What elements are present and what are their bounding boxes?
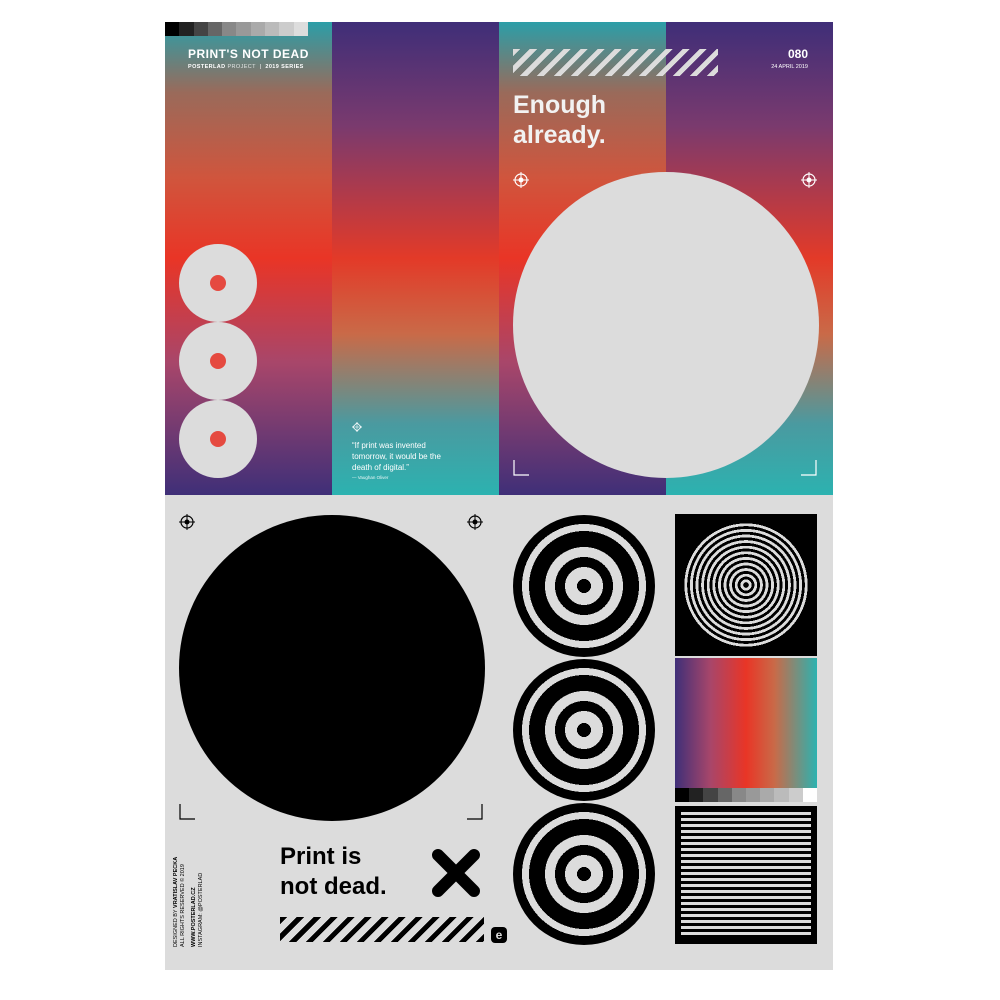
poster-number: 080	[787, 47, 808, 61]
quote-author: — Vaughan Oliver	[352, 475, 389, 480]
headline: Enough already.	[513, 90, 606, 150]
crosshair-icon	[179, 514, 195, 530]
print-line-1: Print is	[280, 843, 362, 870]
crosshair-icon	[801, 172, 817, 188]
print-line-2: not dead.	[280, 873, 387, 900]
poster-subtitle: POSTERLAD PROJECT | 2019 SERIES	[188, 64, 304, 70]
crosshair-icon	[513, 172, 529, 188]
credits: DESIGNED BY VRATISLAV PECKA ALL RIGHTS R…	[173, 827, 205, 947]
subtitle-brand: POSTERLAD	[188, 64, 226, 70]
poster: PRINT'S NOT DEAD POSTERLAD PROJECT | 201…	[165, 22, 833, 970]
quote-text: “If print was invented tomorrow, it woul…	[352, 441, 441, 472]
headline-line-2: already.	[513, 121, 606, 149]
target-circle-2	[513, 659, 655, 801]
x-mark-icon	[432, 849, 480, 897]
crosshair-icon	[467, 514, 483, 530]
donut-disc-1	[179, 244, 257, 322]
designer-name: VRATISLAV PECKA	[173, 856, 179, 908]
rights-text: ALL RIGHTS RESERVED © 2019	[180, 864, 186, 947]
hatch-pattern-bottom	[280, 917, 484, 942]
website-link[interactable]: WWW.POSTERLAD.CZ	[191, 887, 197, 947]
corner-mark-icon	[179, 804, 195, 820]
logo-e-icon: e	[491, 927, 507, 943]
large-light-circle	[513, 172, 819, 478]
large-black-circle	[179, 515, 485, 821]
hatch-pattern-top	[513, 49, 718, 76]
gradient-swatch	[675, 658, 817, 788]
poster-date: 24 APRIL 2019	[771, 64, 808, 70]
headline-line-1: Enough	[513, 91, 607, 119]
corner-mark-icon	[801, 460, 817, 476]
target-circle-1	[513, 515, 655, 657]
subtitle-series: 2019 SERIES	[265, 64, 304, 70]
grayscale-bar-small	[675, 788, 817, 802]
corner-mark-icon	[513, 460, 529, 476]
poster-title: PRINT'S NOT DEAD	[188, 47, 309, 61]
corner-mark-icon	[467, 804, 483, 820]
donut-disc-3	[179, 400, 257, 478]
donut-disc-2	[179, 322, 257, 400]
concentric-square	[675, 514, 817, 656]
print-statement: Print is not dead.	[280, 842, 387, 902]
designed-by-label: DESIGNED BY	[173, 909, 179, 948]
target-circle-3	[513, 803, 655, 945]
subtitle-project: PROJECT	[227, 64, 256, 70]
grayscale-bar	[165, 22, 308, 36]
diamond-icon	[352, 422, 362, 432]
horizontal-stripes-square	[675, 806, 817, 944]
instagram-handle[interactable]: INSTAGRAM: @POSTERLAD	[198, 827, 205, 947]
